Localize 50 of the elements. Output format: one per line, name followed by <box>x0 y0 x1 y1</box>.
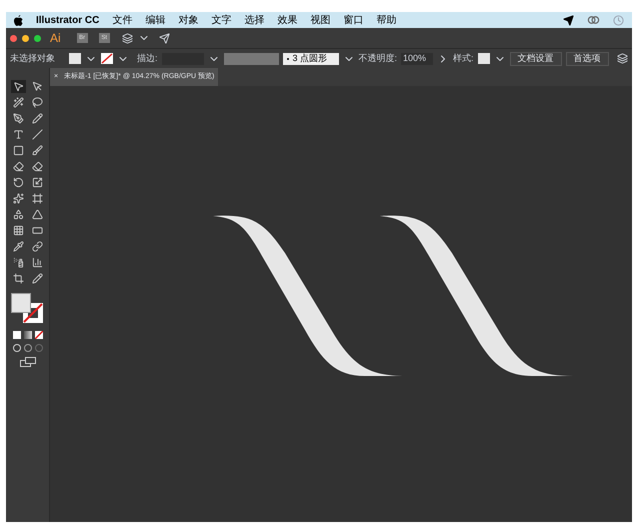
close-window-button[interactable] <box>10 34 17 42</box>
draw-behind-icon[interactable] <box>24 344 32 352</box>
none-mode-button[interactable] <box>34 331 42 339</box>
menu-item[interactable]: 窗口 <box>343 12 364 28</box>
tool-button[interactable] <box>30 240 44 253</box>
tool-button[interactable] <box>30 192 44 205</box>
gradient-mode-button[interactable] <box>24 331 32 339</box>
app-name-menu[interactable]: Illustrator CC <box>36 12 100 28</box>
brush-dropdown[interactable]: 3 点圆形 <box>282 52 339 64</box>
tool-button[interactable] <box>10 272 26 285</box>
color-mode-button[interactable] <box>12 331 20 339</box>
fill-color-swatch[interactable] <box>10 293 30 313</box>
tool-button[interactable] <box>30 128 44 141</box>
tool-button[interactable] <box>10 96 26 109</box>
minimize-window-button[interactable] <box>22 34 29 42</box>
tool-button[interactable] <box>30 160 44 173</box>
menu-item[interactable]: 文件 <box>112 12 132 28</box>
control-button[interactable]: 首选项 <box>566 52 609 66</box>
menu-item[interactable]: 选择 <box>244 12 264 28</box>
tool-button[interactable] <box>30 144 44 157</box>
variable-width-field[interactable] <box>224 52 279 64</box>
opacity-label: 不透明度: <box>358 52 398 65</box>
fill-swatch[interactable] <box>69 53 81 64</box>
app-logo: Ai <box>50 30 61 47</box>
tool-button[interactable] <box>10 160 26 173</box>
draw-mode-icon[interactable] <box>12 344 20 352</box>
maximize-window-button[interactable] <box>34 34 41 42</box>
menu-item[interactable]: 效果 <box>277 12 298 28</box>
menu-item[interactable]: 文字 <box>211 12 232 28</box>
selection-status: 未选择对象 <box>10 52 56 65</box>
opacity-field[interactable]: 100% <box>401 52 434 64</box>
apple-logo-icon[interactable] <box>14 14 23 26</box>
screen-mode-icon[interactable] <box>20 357 36 367</box>
send-icon[interactable] <box>563 14 574 26</box>
tool-button[interactable] <box>30 208 44 221</box>
menu-item[interactable]: 编辑 <box>145 12 166 28</box>
tool-button[interactable] <box>30 272 44 285</box>
tool-button[interactable] <box>30 96 44 109</box>
menu-item[interactable]: 帮助 <box>376 12 396 28</box>
tool-button[interactable] <box>10 80 26 93</box>
style-swatch[interactable] <box>478 53 490 64</box>
style-label: 样式: <box>453 52 474 65</box>
control-button[interactable]: 文档设置 <box>510 52 562 66</box>
tool-button[interactable] <box>30 112 44 125</box>
stroke-none-swatch[interactable] <box>101 53 113 64</box>
tool-button[interactable] <box>10 112 26 125</box>
tool-button[interactable] <box>10 192 26 205</box>
stroke-label: 描边: <box>137 52 158 65</box>
menu-item[interactable]: 对象 <box>178 12 198 28</box>
menu-item[interactable]: 视图 <box>310 12 330 28</box>
